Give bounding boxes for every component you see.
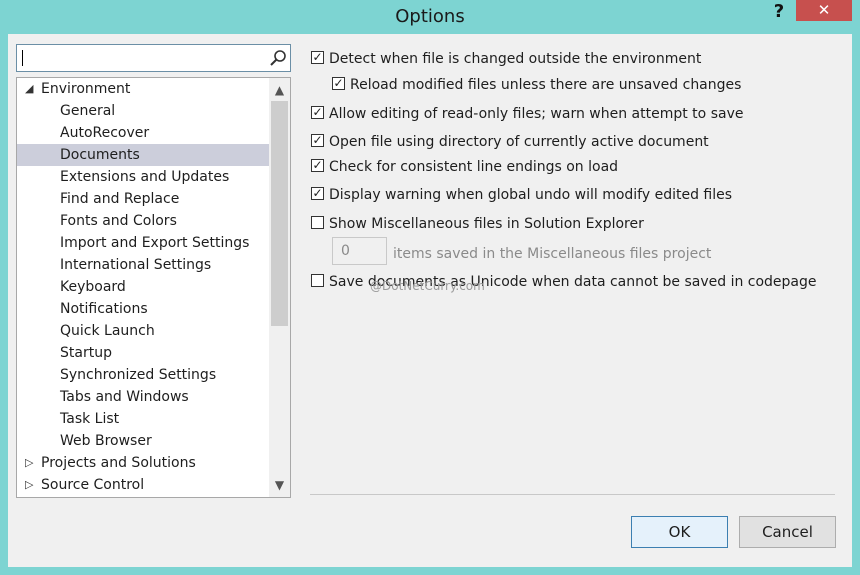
tree-item[interactable]: Extensions and Updates — [17, 166, 269, 188]
tree-item-label: Synchronized Settings — [60, 367, 217, 383]
tree-item[interactable]: International Settings — [17, 254, 269, 276]
tree-item-label: Projects and Solutions — [41, 455, 196, 471]
tree-item[interactable]: ◢ Environment — [17, 78, 269, 100]
tree-item[interactable]: Web Browser — [17, 430, 269, 452]
checkbox-reload-modified[interactable]: ✓ — [332, 76, 345, 90]
tree-item-label: Tabs and Windows — [60, 389, 189, 405]
checkbox-show-misc[interactable] — [311, 215, 324, 229]
tree-item-label: Web Browser — [60, 433, 152, 449]
scroll-down-icon[interactable]: ▼ — [269, 475, 290, 495]
checkbox-line-endings[interactable]: ✓ — [311, 158, 324, 172]
tree-item[interactable]: Task List — [17, 408, 269, 430]
open-directory-label: Open file using directory of currently a… — [329, 134, 709, 150]
tree-item-label: Extensions and Updates — [60, 169, 230, 185]
global-undo-label: Display warning when global undo will mo… — [329, 187, 733, 203]
separator — [310, 494, 835, 495]
tree-item-label: Startup — [60, 345, 112, 361]
expand-arrow-icon[interactable]: ▷ — [25, 452, 33, 474]
tree-item-label: Fonts and Colors — [60, 213, 177, 229]
tree-item[interactable]: Tabs and Windows — [17, 386, 269, 408]
open-directory-checkbox[interactable]: ✓ Open file using directory of currently … — [311, 132, 709, 152]
checkbox-global-undo[interactable]: ✓ — [311, 186, 324, 200]
tree-item[interactable]: Startup — [17, 342, 269, 364]
tree-item-label: Quick Launch — [60, 323, 155, 339]
tree-item-label: International Settings — [60, 257, 212, 273]
tree-item-label: Task List — [60, 411, 120, 427]
tree-scrollbar[interactable]: ▲ ▼ — [269, 78, 290, 497]
global-undo-checkbox[interactable]: ✓ Display warning when global undo will m… — [311, 185, 732, 205]
tree-item[interactable]: Notifications — [17, 298, 269, 320]
tree-item[interactable]: Find and Replace — [17, 188, 269, 210]
help-button[interactable]: ? — [765, 0, 793, 24]
tree-item-label: Notifications — [60, 301, 148, 317]
misc-count-input[interactable]: 0 — [332, 237, 387, 265]
options-tree: ◢ Environment General AutoRecover Documents E… — [16, 77, 291, 498]
tree-item[interactable]: Quick Launch — [17, 320, 269, 342]
options-dialog: Options ? ✕ ◢ Environment General AutoRecov… — [0, 0, 860, 575]
dialog-body: ◢ Environment General AutoRecover Documents E… — [8, 34, 852, 567]
dialog-title: Options — [395, 6, 465, 27]
tree-item[interactable]: General — [17, 100, 269, 122]
checkbox-save-unicode[interactable] — [311, 273, 324, 287]
search-icon[interactable] — [268, 48, 288, 68]
detect-changes-checkbox[interactable]: ✓ Detect when file is changed outside the… — [311, 49, 701, 69]
title-bar: Options ? ✕ — [0, 0, 860, 34]
tree-item[interactable]: ▷ Projects and Solutions — [17, 452, 269, 474]
show-misc-label: Show Miscellaneous files in Solution Exp… — [329, 216, 644, 232]
checkbox-allow-readonly[interactable]: ✓ — [311, 105, 324, 119]
tree-item-label: Environment — [41, 81, 131, 97]
tree-item-label: General — [60, 103, 116, 119]
checkbox-open-directory[interactable]: ✓ — [311, 133, 324, 147]
reload-modified-label: Reload modified files unless there are u… — [350, 77, 742, 93]
tree-item-label: Keyboard — [60, 279, 126, 295]
tree-item-label: AutoRecover — [60, 125, 150, 141]
scroll-up-icon[interactable]: ▲ — [269, 80, 290, 100]
tree-item[interactable]: ▷ Source Control — [17, 474, 269, 496]
tree-item-label: Find and Replace — [60, 191, 180, 207]
cancel-button[interactable]: Cancel — [739, 516, 836, 548]
line-endings-checkbox[interactable]: ✓ Check for consistent line endings on lo… — [311, 157, 618, 177]
tree-item[interactable]: Synchronized Settings — [17, 364, 269, 386]
show-misc-checkbox[interactable]: Show Miscellaneous files in Solution Exp… — [311, 214, 644, 234]
expand-arrow-icon[interactable]: ▷ — [25, 474, 33, 496]
allow-readonly-checkbox[interactable]: ✓ Allow editing of read-only files; warn … — [311, 104, 743, 124]
tree-item[interactable]: AutoRecover — [17, 122, 269, 144]
text-caret — [22, 50, 23, 66]
misc-count-label: items saved in the Miscellaneous files p… — [393, 246, 712, 262]
search-input[interactable] — [16, 44, 291, 72]
tree-item[interactable]: Documents — [17, 144, 269, 166]
line-endings-label: Check for consistent line endings on loa… — [329, 159, 619, 175]
ok-button[interactable]: OK — [631, 516, 728, 548]
scroll-thumb[interactable] — [271, 101, 288, 326]
collapse-arrow-icon[interactable]: ◢ — [25, 78, 33, 100]
tree-item[interactable]: Fonts and Colors — [17, 210, 269, 232]
tree-item-label: Source Control — [41, 477, 145, 493]
allow-readonly-label: Allow editing of read-only files; warn w… — [329, 106, 744, 122]
tree-item-label: Documents — [60, 147, 140, 163]
close-button[interactable]: ✕ — [796, 0, 852, 21]
tree-item[interactable]: Keyboard — [17, 276, 269, 298]
detect-changes-label: Detect when file is changed outside the … — [329, 51, 702, 67]
watermark: @DotNetCurry.com — [370, 279, 485, 293]
reload-modified-checkbox[interactable]: ✓ Reload modified files unless there are … — [332, 75, 741, 95]
checkbox-detect-changes[interactable]: ✓ — [311, 50, 324, 64]
tree-item-label: Import and Export Settings — [60, 235, 250, 251]
tree-item[interactable]: Import and Export Settings — [17, 232, 269, 254]
